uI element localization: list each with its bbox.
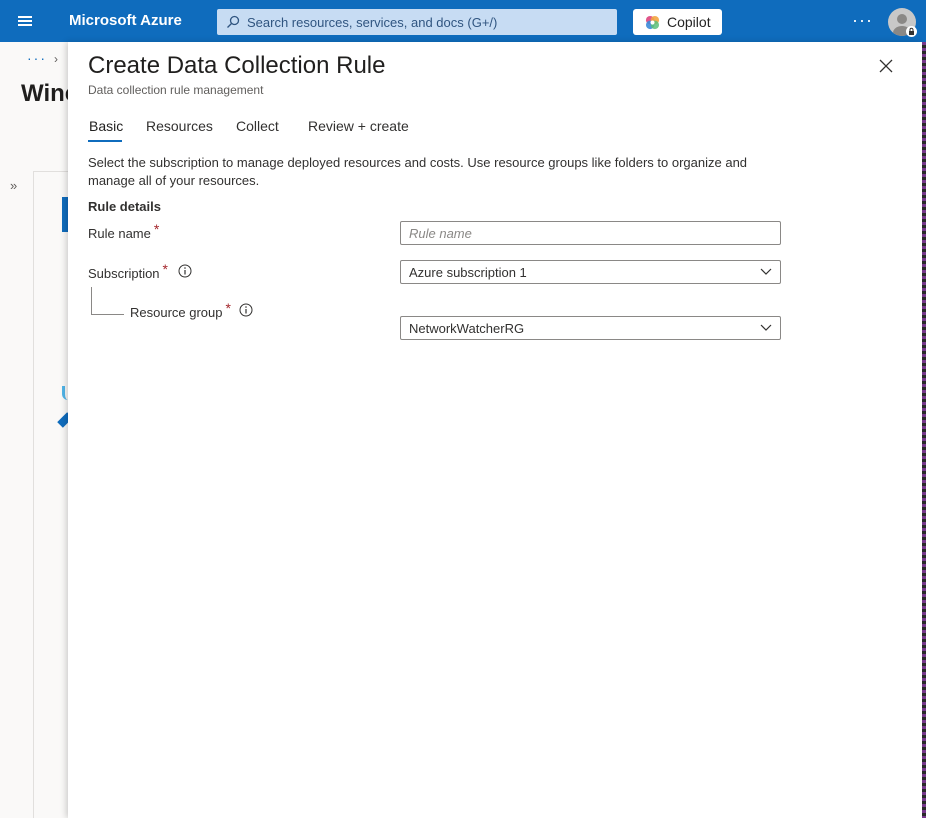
tab-resources[interactable]: Resources xyxy=(146,118,213,134)
rule-name-label-text: Rule name xyxy=(88,226,151,241)
tree-connector xyxy=(91,287,92,315)
chevron-down-icon xyxy=(760,268,772,275)
close-icon[interactable] xyxy=(876,56,896,76)
info-icon[interactable] xyxy=(178,264,192,278)
search-icon xyxy=(227,15,240,28)
subscription-dropdown[interactable]: Azure subscription 1 xyxy=(400,260,781,284)
tab-review-create[interactable]: Review + create xyxy=(308,118,409,134)
info-icon[interactable] xyxy=(239,303,253,317)
copilot-icon xyxy=(645,15,660,30)
brand-title[interactable]: Microsoft Azure xyxy=(69,12,182,29)
background-divider xyxy=(33,172,34,818)
subscription-label-text: Subscription xyxy=(88,266,160,281)
tab-basic[interactable]: Basic xyxy=(89,118,123,134)
copilot-button[interactable]: Copilot xyxy=(633,9,722,35)
background-divider-horizontal xyxy=(33,171,68,172)
expand-menu-icon[interactable]: » xyxy=(10,178,17,193)
tree-connector-horizontal xyxy=(91,314,124,315)
background-blade xyxy=(0,42,68,818)
resource-group-value: NetworkWatcherRG xyxy=(409,321,525,336)
lock-icon xyxy=(906,26,917,37)
search-input[interactable] xyxy=(247,9,607,35)
subscription-label: Subscription * xyxy=(88,261,168,281)
breadcrumb-more[interactable]: ··· xyxy=(27,50,47,66)
breadcrumb-chevron-icon: › xyxy=(54,52,58,66)
resource-group-label-text: Resource group xyxy=(130,305,223,320)
required-marker: * xyxy=(225,300,231,316)
global-search[interactable] xyxy=(217,9,617,35)
copilot-label: Copilot xyxy=(667,14,711,30)
rule-name-label: Rule name * xyxy=(88,221,159,241)
panel-title: Create Data Collection Rule xyxy=(88,52,386,79)
description-text: Select the subscription to manage deploy… xyxy=(88,155,748,188)
rule-name-input[interactable] xyxy=(400,221,781,245)
window-edge xyxy=(922,42,926,818)
panel-subtitle: Data collection rule management xyxy=(88,83,264,97)
resource-group-dropdown[interactable]: NetworkWatcherRG xyxy=(400,316,781,340)
subscription-value: Azure subscription 1 xyxy=(409,265,527,280)
tab-collect[interactable]: Collect xyxy=(236,118,279,134)
chevron-down-icon xyxy=(760,324,772,331)
top-navigation-bar: Microsoft Azure Copilot ··· xyxy=(0,0,926,42)
section-heading: Rule details xyxy=(88,199,161,214)
required-marker: * xyxy=(153,221,160,237)
active-tab-indicator xyxy=(88,140,122,142)
resource-group-label: Resource group * xyxy=(130,300,231,320)
required-marker: * xyxy=(162,261,168,277)
create-dcr-panel: Create Data Collection Rule Data collect… xyxy=(68,42,922,818)
more-options-icon[interactable]: ··· xyxy=(852,10,873,31)
hamburger-menu-icon[interactable] xyxy=(10,8,40,34)
